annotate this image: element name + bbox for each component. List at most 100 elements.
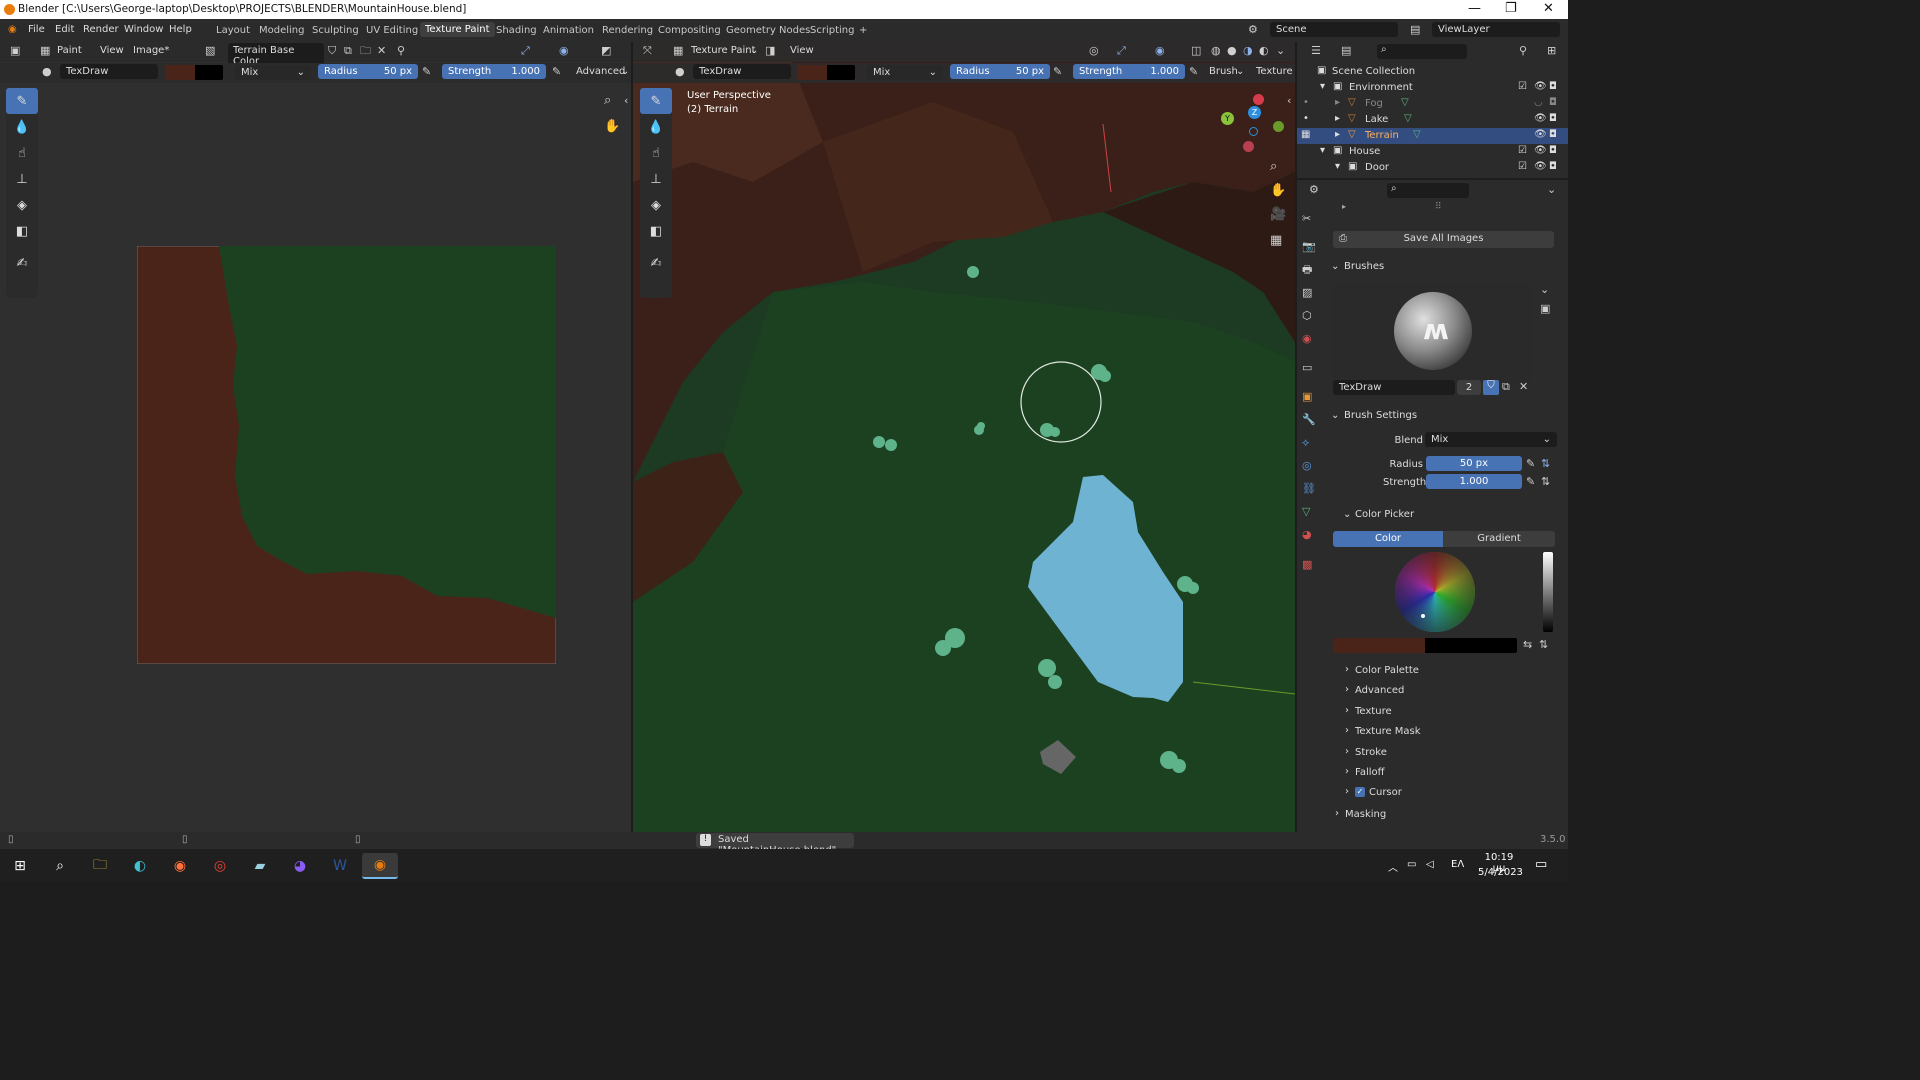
menu-edit[interactable]: Edit (55, 24, 74, 35)
section-stroke[interactable]: Stroke (1355, 747, 1387, 758)
brushes-chevron-icon[interactable]: ⌄ (1331, 261, 1339, 272)
eye-icon[interactable]: 👁 (1534, 113, 1547, 124)
overlay-toggle-icon[interactable]: ◉ (559, 44, 569, 58)
brush-users-count[interactable]: 2 (1457, 380, 1481, 395)
xray-icon[interactable]: ◫ (1191, 44, 1201, 58)
particles-tab-icon[interactable]: ⟡ (1302, 436, 1309, 450)
texture-menu[interactable]: Texture (1256, 66, 1293, 77)
tool-tab-icon[interactable]: ✂ (1302, 212, 1311, 226)
shading-options-icon[interactable]: ⌄ (1276, 44, 1285, 58)
expand-icon[interactable]: ▾ (1320, 81, 1325, 92)
properties-radius-slider[interactable]: 50 px (1426, 456, 1522, 471)
properties-options-icon[interactable]: ⌄ (1547, 183, 1556, 197)
solid-shading-icon[interactable]: ● (1227, 44, 1237, 58)
word-icon[interactable]: W (326, 853, 354, 879)
color-picker-chevron-icon[interactable]: ⌄ (1343, 509, 1351, 520)
camera-icon[interactable]: ◘ (1549, 161, 1557, 172)
outliner-search-input[interactable]: ⌕ (1377, 44, 1467, 59)
outliner-row-door[interactable]: ▾ ▣ Door ☑ 👁 ◘ (1297, 160, 1568, 176)
viewport-mask-tool[interactable]: ◧ (640, 218, 672, 244)
properties-type-icon[interactable]: ⚙ (1309, 183, 1319, 197)
tab-texture-paint[interactable]: Texture Paint (420, 22, 495, 37)
file-explorer-icon[interactable]: 🗀 (86, 853, 114, 879)
masking-chevron-icon[interactable]: › (1335, 808, 1339, 819)
texture-canvas[interactable] (137, 246, 556, 664)
drag-handle-icon[interactable]: ⠿ (1435, 202, 1442, 212)
wireframe-shading-icon[interactable]: ◍ (1211, 44, 1221, 58)
eye-closed-icon[interactable]: ◡ (1534, 97, 1543, 108)
output-tab-icon[interactable]: 🖶 (1302, 263, 1312, 277)
zoom-icon[interactable]: ⌕ (604, 94, 611, 108)
gizmo-neg-y-axis[interactable] (1273, 121, 1284, 132)
notification-icon[interactable]: ▭ (1535, 857, 1547, 872)
expand-icon[interactable]: ▾ (1335, 161, 1340, 172)
value-slider[interactable] (1543, 552, 1553, 632)
viewport-mode-dropdown[interactable]: Texture Paint (691, 45, 756, 56)
scene-icon[interactable]: ⚙ (1248, 23, 1258, 37)
viewport-annotate-tool[interactable]: ✍ (640, 250, 672, 276)
texture-mask-chevron-icon[interactable]: › (1345, 725, 1349, 736)
gradient-tab[interactable]: Gradient (1443, 531, 1555, 547)
color-pressure-icon[interactable]: ⇅ (1539, 638, 1548, 652)
camera-icon[interactable]: ◘ (1549, 97, 1557, 108)
brushes-header[interactable]: Brushes (1344, 261, 1384, 272)
restore-icon[interactable]: ❐ (1505, 1, 1517, 16)
view-layer-tab-icon[interactable]: ▨ (1302, 286, 1312, 300)
cursor-checkbox[interactable]: ✓ (1355, 787, 1365, 797)
mask-tool[interactable]: ◧ (6, 218, 38, 244)
soften-tool[interactable]: 💧 (6, 114, 38, 140)
ortho-toggle-icon[interactable]: ▦ (1270, 234, 1282, 248)
gizmo-x-axis[interactable] (1253, 94, 1264, 105)
expand-icon[interactable]: ▸ (1335, 113, 1340, 124)
viewport-pan-icon[interactable]: ✋ (1270, 184, 1286, 198)
stroke-chevron-icon[interactable]: › (1345, 746, 1349, 757)
menu-window[interactable]: Window (124, 24, 163, 35)
clock-date[interactable]: 5/4/2023 (1478, 867, 1523, 878)
unlink-image-icon[interactable]: ✕ (377, 44, 386, 58)
tab-modeling[interactable]: Modeling (259, 25, 305, 36)
expand-icon[interactable]: ▸ (1335, 129, 1340, 140)
color-wheel-cursor[interactable] (1421, 614, 1425, 618)
scene-selector[interactable]: Scene (1270, 22, 1398, 37)
cursor-chevron-icon[interactable]: › (1345, 786, 1349, 797)
expand-icon[interactable]: ▸ (1335, 97, 1340, 108)
brush-selector[interactable]: TexDraw (60, 64, 158, 79)
outliner-type-icon[interactable]: ☰ (1311, 44, 1321, 58)
properties-radius-pressure-icon[interactable]: ✎ (1526, 457, 1535, 471)
viewport-fill-tool[interactable]: ◈ (640, 192, 672, 218)
render-tab-icon[interactable]: 📷 (1302, 240, 1316, 254)
visibility-icon[interactable]: ◎ (1089, 44, 1099, 58)
search-icon[interactable]: ⌕ (46, 853, 74, 879)
new-collection-icon[interactable]: ⊞ (1547, 44, 1556, 58)
tab-rendering[interactable]: Rendering (602, 25, 653, 36)
object-tab-icon[interactable]: ▣ (1302, 390, 1312, 404)
collection-tab-icon[interactable]: ▭ (1302, 361, 1312, 375)
gizmo-z-axis[interactable]: Z (1248, 106, 1261, 119)
color-wheel[interactable] (1395, 552, 1475, 632)
material-tab-icon[interactable]: ◕ (1302, 528, 1312, 542)
editor-type-icon[interactable]: ▣ (10, 44, 20, 58)
paint-mode-icon[interactable]: ▦ (40, 44, 50, 58)
modifier-tab-icon[interactable]: 🔧 (1302, 413, 1316, 427)
viewport-soften-tool[interactable]: 💧 (640, 114, 672, 140)
draw-tool[interactable]: ✎ (6, 88, 38, 114)
radius-slider[interactable]: Radius 50 px (318, 64, 418, 79)
outliner-row-environment[interactable]: ▾ ▣ Environment ☑ 👁 ◘ (1297, 80, 1568, 96)
color-picker-header[interactable]: Color Picker (1355, 509, 1414, 520)
notes-app-icon[interactable]: ▰ (246, 853, 274, 879)
viewport-radius-pressure-icon[interactable]: ✎ (1053, 65, 1062, 79)
radius-unit-icon[interactable]: ⇅ (1541, 457, 1550, 471)
swap-colors-icon[interactable]: ⇆ (1523, 638, 1532, 652)
menu-help[interactable]: Help (169, 24, 192, 35)
tab-animation[interactable]: Animation (543, 25, 594, 36)
viewport-strength-pressure-icon[interactable]: ✎ (1189, 65, 1198, 79)
viewlayer-icon[interactable]: ▤ (1410, 23, 1420, 37)
checkbox-icon[interactable]: ☑ (1518, 145, 1527, 156)
viewport-primary-color[interactable] (797, 65, 827, 80)
tab-shading[interactable]: Shading (496, 25, 537, 36)
start-icon[interactable]: ⊞ (6, 853, 34, 879)
viewport-gizmo-icon[interactable]: ⤢ (1117, 44, 1126, 58)
minimize-icon[interactable]: — (1468, 1, 1481, 16)
tab-layout[interactable]: Layout (216, 25, 250, 36)
edge-icon[interactable]: ◐ (126, 853, 154, 879)
